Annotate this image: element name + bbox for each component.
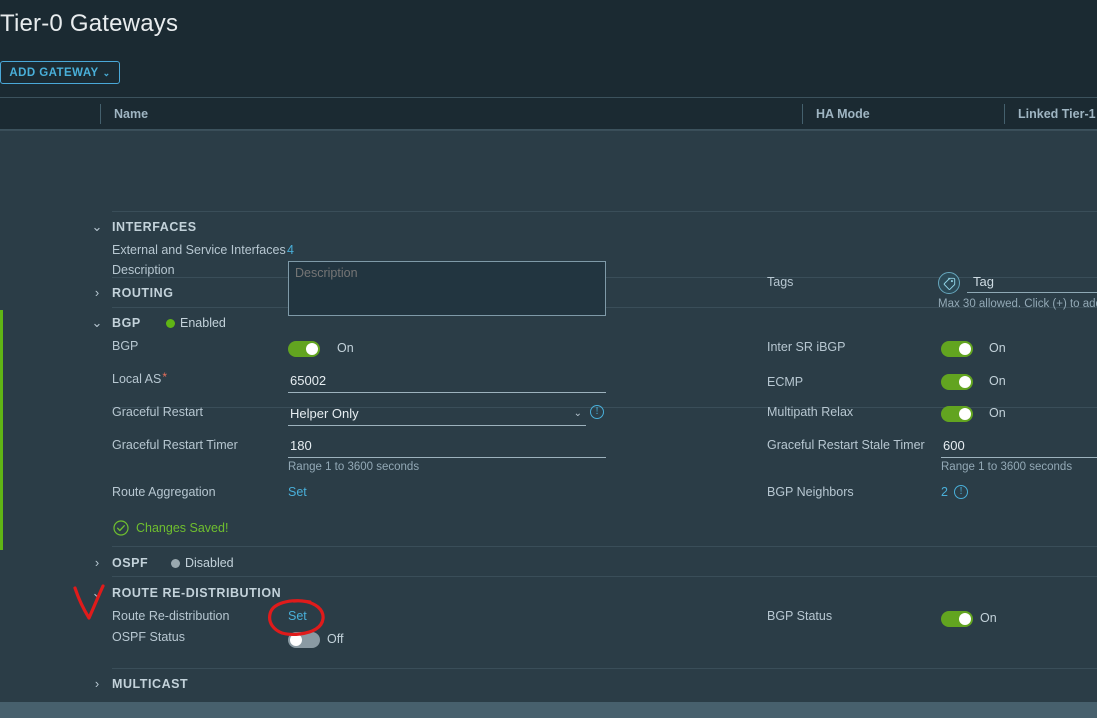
bgp-status-state: On [980, 611, 997, 625]
ospf-disabled-status-dot [171, 559, 180, 568]
toggle-knob [290, 634, 302, 646]
chevron-down-icon: ⌄ [573, 408, 582, 419]
page-header: Tier-0 Gateways ADD GATEWAY ⌄ [0, 0, 1097, 97]
interfaces-section-caret-icon[interactable]: ⌄ [89, 219, 105, 235]
column-header-name[interactable]: Name [100, 98, 800, 130]
column-header-ha-mode[interactable]: HA Mode [802, 98, 1002, 130]
column-header-ha-mode-label: HA Mode [816, 107, 870, 121]
multipath-relax-label: Multipath Relax [767, 405, 854, 419]
routing-section-title: ROUTING [112, 286, 174, 300]
changes-saved-text: Changes Saved! [136, 521, 229, 535]
graceful-restart-timer-label: Graceful Restart Timer [112, 438, 238, 452]
graceful-restart-label: Graceful Restart [112, 405, 204, 419]
toggle-knob [959, 613, 971, 625]
bgp-enabled-status-text: Enabled [180, 316, 226, 330]
bgp-status-toggle[interactable] [941, 611, 973, 627]
inter-sr-ibgp-state: On [989, 341, 1006, 355]
ospf-section-title: OSPF [112, 556, 149, 570]
check-circle-icon [113, 520, 129, 536]
gateway-detail-panel: Description Tags Max 30 allowed. Click (… [0, 130, 1097, 702]
graceful-restart-stale-timer-label: Graceful Restart Stale Timer [767, 438, 925, 452]
multicast-section-caret-icon[interactable]: › [89, 676, 105, 692]
graceful-restart-info-icon[interactable]: ! [590, 405, 604, 419]
ospf-disabled-status-text: Disabled [185, 556, 234, 570]
ecmp-label: ECMP [767, 375, 804, 389]
ospf-status-label: OSPF Status [112, 630, 185, 644]
bgp-toggle-label: BGP [112, 339, 139, 353]
multipath-relax-toggle[interactable] [941, 406, 973, 422]
toggle-knob [959, 408, 971, 420]
graceful-restart-timer-input[interactable] [288, 436, 606, 458]
toggle-knob [959, 343, 971, 355]
bgp-status-label: BGP Status [767, 609, 833, 623]
graceful-restart-select[interactable]: Helper Only ⌄ [288, 404, 586, 426]
tier0-gateways-page: Tier-0 Gateways ADD GATEWAY ⌄ Name HA Mo… [0, 0, 1097, 718]
graceful-restart-timer-helper: Range 1 to 3600 seconds [288, 461, 420, 473]
ospf-status-toggle[interactable] [288, 632, 320, 648]
column-header-name-label: Name [114, 107, 149, 121]
inter-sr-ibgp-label: Inter SR iBGP [767, 340, 846, 354]
bgp-section-title: BGP [112, 316, 141, 330]
description-label: Description [112, 263, 175, 277]
graceful-restart-stale-timer-helper: Range 1 to 3600 seconds [941, 461, 1073, 473]
local-as-label: Local AS* [112, 370, 168, 386]
external-service-interfaces-label: External and Service Interfaces [112, 243, 286, 257]
routing-section-caret-icon[interactable]: › [89, 285, 105, 301]
tag-input[interactable] [967, 273, 1097, 293]
chevron-down-icon: ⌄ [102, 68, 111, 78]
divider [112, 668, 1097, 669]
inter-sr-ibgp-toggle[interactable] [941, 341, 973, 357]
tags-label: Tags [767, 275, 794, 289]
bgp-neighbors-info-icon[interactable]: ! [954, 485, 968, 499]
route-aggregation-label: Route Aggregation [112, 485, 216, 499]
page-title: Tier-0 Gateways [0, 10, 179, 37]
interfaces-section-title: INTERFACES [112, 220, 197, 234]
bgp-section-accent-stripe [0, 310, 3, 550]
required-asterisk: * [162, 370, 168, 384]
toggle-knob [306, 343, 318, 355]
route-redistribution-section-title: ROUTE RE-DISTRIBUTION [112, 586, 282, 600]
bgp-toggle-state: On [337, 341, 354, 355]
bgp-enabled-status-dot [166, 319, 175, 328]
route-redistribution-set-link[interactable]: Set [288, 609, 307, 623]
route-aggregation-set-link[interactable]: Set [288, 485, 307, 499]
route-redistribution-section-caret-icon[interactable]: ⌄ [89, 585, 105, 601]
column-header-linked-tier1[interactable]: Linked Tier-1 Gat [1004, 98, 1097, 130]
graceful-restart-stale-timer-input[interactable] [941, 436, 1097, 458]
ospf-section-caret-icon[interactable]: › [89, 555, 105, 571]
toggle-knob [959, 376, 971, 388]
bgp-neighbors-label: BGP Neighbors [767, 485, 854, 499]
add-gateway-button[interactable]: ADD GATEWAY ⌄ [0, 61, 120, 84]
tag-icon [938, 272, 960, 294]
graceful-restart-selected-value: Helper Only [290, 406, 359, 421]
ospf-status-state: Off [327, 632, 344, 646]
local-as-input[interactable] [288, 371, 606, 393]
column-divider [1004, 104, 1005, 124]
tag-glyph [943, 277, 955, 290]
description-input[interactable] [288, 261, 606, 316]
changes-saved-message: Changes Saved! [113, 520, 228, 536]
bgp-toggle[interactable] [288, 341, 320, 357]
divider [0, 130, 1097, 131]
column-header-linked-tier1-label: Linked Tier-1 Gat [1018, 107, 1097, 121]
external-service-interfaces-count[interactable]: 4 [287, 243, 294, 257]
add-gateway-label: ADD GATEWAY [9, 66, 99, 79]
table-header-row: Name HA Mode Linked Tier-1 Gat [0, 97, 1097, 130]
local-as-label-text: Local AS [112, 372, 162, 386]
bgp-section-caret-icon[interactable]: ⌄ [89, 315, 105, 331]
ecmp-toggle[interactable] [941, 374, 973, 390]
divider [112, 576, 1097, 577]
route-redistribution-label: Route Re-distribution [112, 609, 230, 623]
column-divider [802, 104, 803, 124]
divider [112, 546, 1097, 547]
divider [112, 211, 1097, 212]
bgp-neighbors-count[interactable]: 2 [941, 485, 948, 499]
column-divider [100, 104, 101, 124]
multicast-section-title: MULTICAST [112, 677, 189, 691]
horizontal-scrollbar[interactable] [0, 702, 1097, 718]
multipath-relax-state: On [989, 406, 1006, 420]
tags-helper-text: Max 30 allowed. Click (+) to add [938, 298, 1097, 310]
ecmp-state: On [989, 374, 1006, 388]
